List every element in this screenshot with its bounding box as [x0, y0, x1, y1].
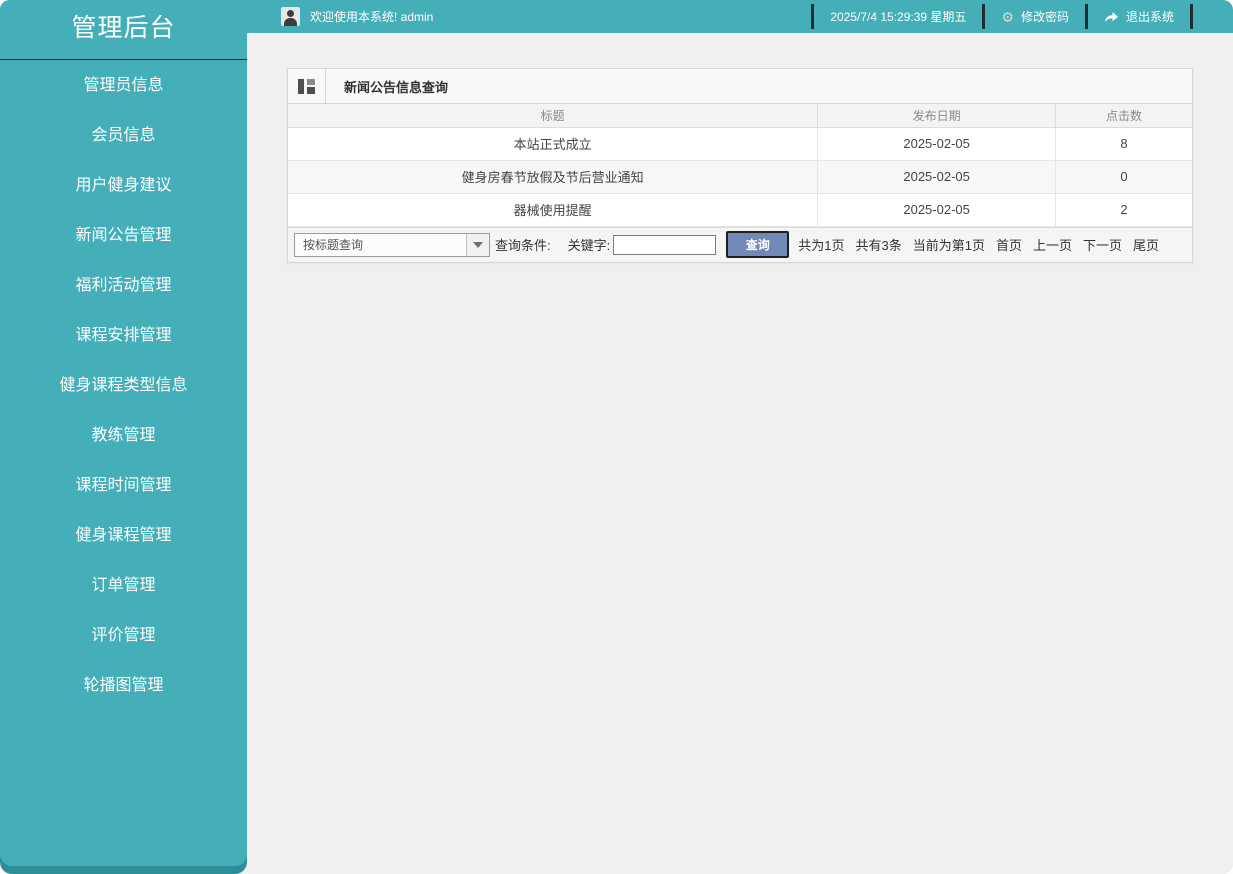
sidebar-inner: 管理后台 管理员信息 会员信息 用户健身建议 新闻公告管理 福利活动管理 课程安… [0, 0, 247, 866]
cell-clicks: 0 [1054, 159, 1192, 194]
table-row: 本站正式成立 2025-02-05 8 [288, 126, 1192, 161]
table-header-row: 标题 发布日期 点击数 [288, 104, 1192, 128]
cell-date: 2025-02-05 [817, 126, 1056, 161]
table-row: 器械使用提醒 2025-02-05 2 [288, 192, 1192, 227]
main-content: 新闻公告信息查询 标题 发布日期 点击数 本站正式成立 2025-02-05 8 [247, 33, 1233, 874]
user-icon [281, 7, 300, 26]
app-title: 管理后台 [0, 0, 247, 60]
panel-header: 新闻公告信息查询 [288, 69, 1192, 104]
sidebar-item-welfare-activity[interactable]: 福利活动管理 [0, 261, 247, 311]
news-query-panel: 新闻公告信息查询 标题 发布日期 点击数 本站正式成立 2025-02-05 8 [287, 68, 1193, 263]
app-window: 管理后台 管理员信息 会员信息 用户健身建议 新闻公告管理 福利活动管理 课程安… [0, 0, 1233, 874]
current-page: 当前为第1页 [912, 238, 985, 253]
news-table: 标题 发布日期 点击数 本站正式成立 2025-02-05 8 健身房春节放假及… [288, 104, 1192, 227]
welcome-text: 欢迎使用本系统! admin [310, 10, 434, 24]
logout-button[interactable]: 退出系统 [1088, 0, 1190, 33]
first-page-link[interactable]: 首页 [996, 235, 1022, 254]
gear-icon: ⚙ [1001, 8, 1014, 25]
total-items: 共有3条 [855, 238, 902, 253]
sidebar-item-news-management[interactable]: 新闻公告管理 [0, 211, 247, 261]
keyword-label: 关键字: [567, 238, 611, 253]
keyword-input[interactable] [613, 234, 717, 255]
sidebar-item-coach-management[interactable]: 教练管理 [0, 411, 247, 461]
query-type-dropdown[interactable]: 按标题查询 [294, 232, 490, 257]
sidebar-item-course-schedule[interactable]: 课程安排管理 [0, 311, 247, 361]
change-password-button[interactable]: ⚙ 修改密码 [985, 0, 1085, 33]
sidebar-item-order-management[interactable]: 订单管理 [0, 561, 247, 611]
table-row: 健身房春节放假及节后营业通知 2025-02-05 0 [288, 159, 1192, 194]
column-header-clicks: 点击数 [1054, 104, 1192, 128]
datetime-text: 2025/7/4 15:29:39 星期五 [830, 10, 967, 24]
cell-clicks: 8 [1054, 126, 1192, 161]
cell-title: 器械使用提醒 [288, 192, 819, 227]
sidebar-item-admin-info[interactable]: 管理员信息 [0, 61, 247, 111]
sidebar-menu: 管理员信息 会员信息 用户健身建议 新闻公告管理 福利活动管理 课程安排管理 健… [0, 60, 247, 711]
panel-icon-cell [288, 69, 326, 103]
sidebar-item-carousel-management[interactable]: 轮播图管理 [0, 661, 247, 711]
logout-arrow-icon [1104, 11, 1119, 23]
query-bar: 按标题查询 查询条件: 关键字: 查询 共为1页 共有3条 当前为第1页 首页 … [288, 226, 1192, 262]
topbar-actions: 2025/7/4 15:29:39 星期五 ⚙ 修改密码 退出系统 [811, 0, 1233, 33]
cell-title: 本站正式成立 [288, 126, 819, 161]
cell-date: 2025-02-05 [817, 192, 1056, 227]
query-type-selected: 按标题查询 [303, 237, 364, 252]
cell-date: 2025-02-05 [817, 159, 1056, 194]
chevron-down-icon [473, 241, 483, 248]
sidebar-item-fitness-course[interactable]: 健身课程管理 [0, 511, 247, 561]
cell-title: 健身房春节放假及节后营业通知 [288, 159, 819, 194]
column-header-title: 标题 [288, 104, 819, 128]
user-chip: 欢迎使用本系统! admin [281, 7, 433, 26]
total-pages: 共为1页 [798, 238, 845, 253]
next-page-link[interactable]: 下一页 [1083, 235, 1122, 254]
column-header-date: 发布日期 [817, 104, 1056, 128]
cell-clicks: 2 [1054, 192, 1192, 227]
grid-layout-icon [298, 78, 315, 94]
logout-label: 退出系统 [1125, 10, 1174, 24]
change-password-label: 修改密码 [1020, 10, 1069, 24]
query-button[interactable]: 查询 [726, 231, 790, 258]
prev-page-link[interactable]: 上一页 [1033, 235, 1072, 254]
sidebar-item-user-fitness-advice[interactable]: 用户健身建议 [0, 161, 247, 211]
panel-title: 新闻公告信息查询 [344, 79, 449, 95]
datetime-display: 2025/7/4 15:29:39 星期五 [814, 0, 982, 33]
topbar: 欢迎使用本系统! admin 2025/7/4 15:29:39 星期五 ⚙ 修… [247, 0, 1233, 33]
dropdown-arrow-cell [466, 233, 489, 256]
sidebar-item-course-type-info[interactable]: 健身课程类型信息 [0, 361, 247, 411]
sidebar-item-member-info[interactable]: 会员信息 [0, 111, 247, 161]
last-page-link[interactable]: 尾页 [1133, 235, 1159, 254]
pagination: 共为1页 共有3条 当前为第1页 首页 上一页 下一页 尾页 [798, 235, 1159, 254]
sidebar-item-course-time[interactable]: 课程时间管理 [0, 461, 247, 511]
sidebar-item-review-management[interactable]: 评价管理 [0, 611, 247, 661]
sidebar: 管理后台 管理员信息 会员信息 用户健身建议 新闻公告管理 福利活动管理 课程安… [0, 0, 247, 874]
condition-label: 查询条件: [495, 238, 551, 253]
